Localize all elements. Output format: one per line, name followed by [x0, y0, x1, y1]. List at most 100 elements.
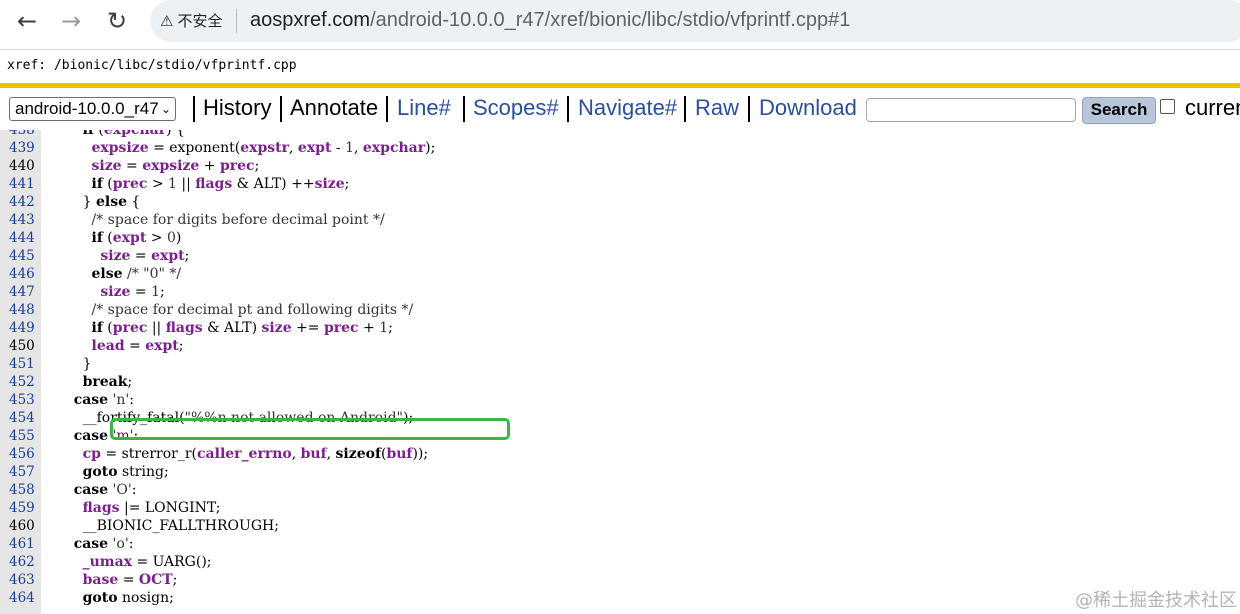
code-line: 446 else /* "0" */: [0, 265, 1240, 283]
highlight-annotation: [110, 418, 510, 440]
code-text: size = expt;: [100, 248, 190, 264]
line-number-link[interactable]: 453: [9, 391, 35, 409]
code-line: 448 /* space for decimal pt and followin…: [0, 301, 1240, 319]
reload-icon[interactable]: ↻: [99, 4, 135, 40]
watermark: @稀土掘金技术社区: [1075, 590, 1237, 611]
line-link[interactable]: Line#: [397, 95, 451, 121]
annotate-link[interactable]: Annotate: [290, 95, 378, 121]
code-line: 442 } else {: [0, 193, 1240, 211]
code-text: lead = expt;: [91, 338, 184, 354]
line-number-link[interactable]: 447: [9, 283, 35, 301]
url-path: /android-10.0.0_r47/xref/bionic/libc/std…: [370, 9, 851, 31]
code-line: 439 expsize = exponent(expstr, expt - 1,…: [0, 139, 1240, 157]
code-line: 459 flags |= LONGINT;: [0, 499, 1240, 517]
chrome-divider: [0, 49, 1240, 50]
code-line: 441 if (prec > 1 || flags & ALT) ++size;: [0, 175, 1240, 193]
forward-arrow-icon[interactable]: →: [53, 4, 89, 40]
line-number-link[interactable]: 462: [9, 553, 35, 571]
line-number-link[interactable]: 444: [9, 229, 35, 247]
line-number-link[interactable]: 459: [9, 499, 35, 517]
line-number-link[interactable]: 440: [9, 157, 35, 175]
code-text: case 'o':: [73, 536, 134, 552]
line-number-link[interactable]: 450: [9, 337, 35, 355]
code-text: base = OCT;: [82, 572, 178, 588]
code-line: 464 goto nosign;: [0, 589, 1240, 607]
code-line: 458 case 'O':: [0, 481, 1240, 499]
line-number-link[interactable]: 452: [9, 373, 35, 391]
code-text: if (prec > 1 || flags & ALT) ++size;: [91, 176, 350, 192]
line-number-link[interactable]: 449: [9, 319, 35, 337]
line-number-link[interactable]: 460: [9, 517, 35, 535]
code-line: 447 size = 1;: [0, 283, 1240, 301]
code-line: 449 if (prec || flags & ALT) size += pre…: [0, 319, 1240, 337]
line-number-link[interactable]: 461: [9, 535, 35, 553]
code-text: if (expchar) {: [82, 130, 185, 138]
code-text: } else {: [47, 194, 141, 210]
search-button[interactable]: Search: [1082, 97, 1156, 124]
line-number-link[interactable]: 457: [9, 463, 35, 481]
address-divider: [236, 9, 237, 33]
code-line: 440 size = expsize + prec;: [0, 157, 1240, 175]
security-indicator[interactable]: ⚠ 不安全: [160, 10, 222, 31]
toolbar-divider: [280, 96, 282, 122]
code-line: 443 /* space for digits before decimal p…: [0, 211, 1240, 229]
line-number-link[interactable]: 438: [9, 130, 35, 139]
url-text[interactable]: aospxref.com/android-10.0.0_r47/xref/bio…: [250, 9, 850, 32]
code-line: 453 case 'n':: [0, 391, 1240, 409]
code-line: 452 break;: [0, 373, 1240, 391]
code-text: case 'O':: [73, 482, 137, 498]
line-number-link[interactable]: 455: [9, 427, 35, 445]
line-number-link[interactable]: 458: [9, 481, 35, 499]
code-text: expsize = exponent(expstr, expt - 1, exp…: [91, 140, 436, 156]
code-line: 445 size = expt;: [0, 247, 1240, 265]
chevron-down-icon: ⌄: [160, 102, 171, 116]
download-link[interactable]: Download: [759, 95, 857, 121]
current-dir-checkbox[interactable]: [1160, 99, 1175, 114]
line-number-link[interactable]: 454: [9, 409, 35, 427]
code-text: size = expsize + prec;: [91, 158, 260, 174]
code-line: 461 case 'o':: [0, 535, 1240, 553]
search-input[interactable]: [866, 98, 1076, 122]
code-text: /* space for decimal pt and following di…: [91, 302, 414, 318]
line-number-link[interactable]: 464: [9, 589, 35, 607]
toolbar-divider: [748, 96, 750, 122]
line-number-link[interactable]: 448: [9, 301, 35, 319]
code-line: 463 base = OCT;: [0, 571, 1240, 589]
code-line: 462 _umax = UARG();: [0, 553, 1240, 571]
current-dir-label: curren: [1185, 95, 1240, 120]
revision-select[interactable]: android-10.0.0_r47 ⌄: [9, 97, 176, 121]
history-link[interactable]: History: [203, 95, 271, 121]
line-number-link[interactable]: 446: [9, 265, 35, 283]
opengrok-toolbar: android-10.0.0_r47 ⌄ History Annotate Li…: [0, 88, 1240, 130]
code-line: 451 }: [0, 355, 1240, 373]
line-number-link[interactable]: 463: [9, 571, 35, 589]
code-line: 450 lead = expt;: [0, 337, 1240, 355]
revision-value: android-10.0.0_r47: [15, 99, 159, 118]
url-host: aospxref.com: [250, 9, 371, 31]
toolbar-divider: [684, 96, 686, 122]
line-number-link[interactable]: 441: [9, 175, 35, 193]
line-number-link[interactable]: 443: [9, 211, 35, 229]
line-number-link[interactable]: 442: [9, 193, 35, 211]
code-text: if (expt > 0): [91, 230, 182, 246]
breadcrumb: xref: /bionic/libc/stdio/vfprintf.cpp: [7, 58, 297, 73]
line-number-link[interactable]: 451: [9, 355, 35, 373]
code-text: break;: [82, 374, 133, 390]
toolbar-divider: [567, 96, 569, 122]
code-line: 444 if (expt > 0): [0, 229, 1240, 247]
code-listing: 438 if (expchar) {439 expsize = exponent…: [0, 130, 1240, 614]
toolbar-divider: [386, 96, 388, 122]
browser-chrome: ← → ↻ ⚠ 不安全 aospxref.com/android-10.0.0_…: [0, 0, 1240, 44]
code-text: case 'n':: [73, 392, 134, 408]
raw-link[interactable]: Raw: [695, 95, 739, 121]
code-text: _umax = UARG();: [82, 554, 212, 570]
line-number-link[interactable]: 456: [9, 445, 35, 463]
code-text: cp = strerror_r(caller_errno, buf, sizeo…: [82, 446, 429, 462]
code-text: goto nosign;: [82, 590, 174, 606]
scopes-link[interactable]: Scopes#: [473, 95, 559, 121]
code-line: 456 cp = strerror_r(caller_errno, buf, s…: [0, 445, 1240, 463]
back-arrow-icon[interactable]: ←: [9, 4, 45, 40]
line-number-link[interactable]: 445: [9, 247, 35, 265]
navigate-link[interactable]: Navigate#: [578, 95, 677, 121]
line-number-link[interactable]: 439: [9, 139, 35, 157]
